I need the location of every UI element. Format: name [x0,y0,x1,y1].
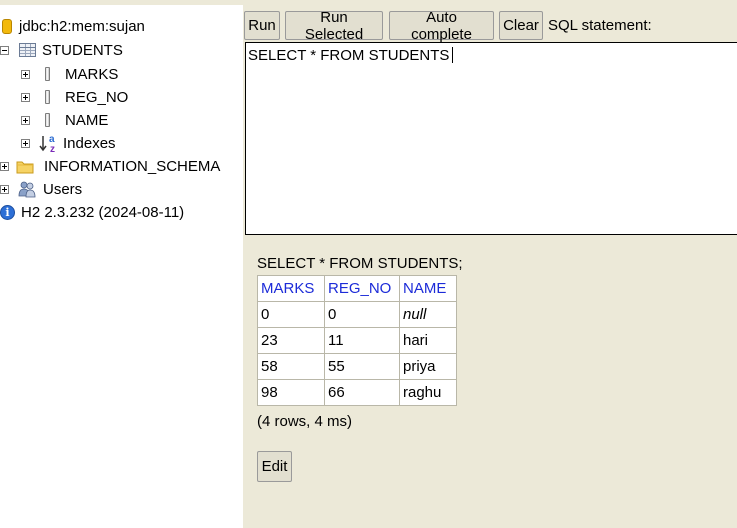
table-label: STUDENTS [42,41,123,59]
column-header-reg-no[interactable]: REG_NO [324,275,400,302]
result-query: SELECT * FROM STUDENTS; [257,255,463,272]
info-icon: i [0,204,15,220]
tree-node-column-name[interactable]: NAME [21,109,108,131]
expand-icon[interactable] [0,184,9,194]
schema-label: INFORMATION_SCHEMA [44,157,221,175]
table-cell: 11 [324,327,400,354]
expand-icon[interactable] [21,138,30,148]
expand-icon[interactable] [21,69,30,79]
collapse-icon[interactable] [0,45,9,55]
users-icon [18,180,36,198]
table-header-row: MARKS REG_NO NAME [257,275,457,302]
result-table: MARKS REG_NO NAME 0 0 null 23 11 hari 58… [257,275,457,406]
clear-button[interactable]: Clear [499,11,543,40]
tree-node-column-marks[interactable]: MARKS [21,63,118,85]
tree-node-students[interactable]: STUDENTS [0,39,123,61]
tree-node-version: i H2 2.3.232 (2024-08-11) [0,201,184,223]
table-row: 23 11 hari [257,327,457,354]
expand-icon[interactable] [0,161,9,171]
tree-node-information-schema[interactable]: INFORMATION_SCHEMA [0,155,220,177]
run-selected-button[interactable]: Run Selected [285,9,383,43]
result-summary: (4 rows, 4 ms) [257,413,353,430]
toolbar: Run Run Selected Auto complete Clear SQL… [243,5,737,43]
sql-editor-text: SELECT * FROM STUDENTS [248,47,450,64]
tree-node-indexes[interactable]: a z Indexes [21,132,116,154]
expand-icon[interactable] [21,115,30,125]
column-label: REG_NO [65,88,129,106]
column-label: MARKS [65,65,119,83]
table-cell: hari [399,327,457,354]
table-cell-null: null [399,301,457,328]
sort-az-icon: a z [39,133,61,153]
column-header-marks[interactable]: MARKS [257,275,325,302]
version-label: H2 2.3.232 (2024-08-11) [21,203,185,221]
svg-text:z: z [50,144,55,153]
auto-complete-button[interactable]: Auto complete [389,9,494,43]
table-cell: 98 [257,379,325,406]
table-cell: 58 [257,353,325,380]
column-label: NAME [65,111,109,129]
run-button[interactable]: Run [244,11,280,40]
table-row: 58 55 priya [257,353,457,380]
folder-icon [16,159,34,174]
tree-node-users[interactable]: Users [0,178,82,200]
expand-icon[interactable] [21,92,30,102]
table-cell: 0 [324,301,400,328]
sql-editor[interactable]: SELECT * FROM STUDENTS [245,42,737,235]
table-row: 0 0 null [257,301,457,328]
edit-button[interactable]: Edit [257,451,292,482]
column-icon [45,90,50,104]
users-label: Users [43,180,83,198]
table-cell: raghu [399,379,457,406]
table-cell: priya [399,353,457,380]
column-icon [45,67,50,81]
column-icon [45,113,50,127]
indexes-label: Indexes [63,134,116,152]
table-row: 98 66 raghu [257,379,457,406]
text-caret [452,47,454,63]
results-panel: SELECT * FROM STUDENTS; MARKS REG_NO NAM… [243,238,737,528]
column-header-name[interactable]: NAME [399,275,457,302]
table-cell: 55 [324,353,400,380]
connection-label: jdbc:h2:mem:sujan [19,17,145,35]
database-tree: jdbc:h2:mem:sujan STUDENTS MARKS REG_NO … [0,5,243,528]
table-icon [19,43,36,57]
table-cell: 23 [257,327,325,354]
tree-node-connection[interactable]: jdbc:h2:mem:sujan [2,15,145,37]
table-cell: 66 [324,379,400,406]
database-icon [2,18,12,34]
tree-node-column-reg-no[interactable]: REG_NO [21,86,128,108]
sql-statement-label: SQL statement: [548,17,652,34]
table-cell: 0 [257,301,325,328]
